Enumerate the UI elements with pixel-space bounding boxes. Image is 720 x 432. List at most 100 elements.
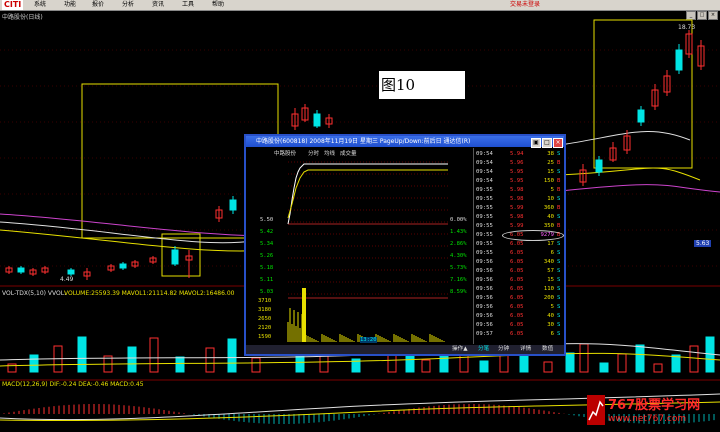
tick-detail-window[interactable]: 中路股份(600818) 2008年11月19日 星期三 PageUp/Down… bbox=[244, 134, 566, 356]
popup-title-bar[interactable]: 中路股份(600818) 2008年11月19日 星期三 PageUp/Down… bbox=[246, 136, 564, 148]
intraday-tab-time[interactable]: 分时 bbox=[308, 149, 319, 157]
pct-axis-label: 2.86% bbox=[450, 241, 467, 247]
tick-row[interactable]: 09:57 6.05 6 S bbox=[474, 330, 565, 339]
vol-axis-label: 1590 bbox=[258, 334, 272, 340]
tick-price: 6.05 bbox=[510, 295, 524, 301]
tick-time: 09:56 bbox=[476, 304, 493, 310]
tick-row[interactable]: 09:56 6.05 110 S bbox=[474, 285, 565, 294]
tick-volume: 15 bbox=[547, 169, 554, 175]
price-axis-label: 5.26 bbox=[260, 253, 274, 259]
tick-row[interactable]: 09:55 5.98 5 B bbox=[474, 186, 565, 195]
tab-minute[interactable]: 分钟 bbox=[498, 345, 509, 354]
tick-price: 6.05 bbox=[510, 241, 524, 247]
menu-tools[interactable]: 工具 bbox=[182, 0, 194, 10]
tick-row[interactable]: 09:55 5.98 10 S bbox=[474, 195, 565, 204]
annotation-label: 图10 bbox=[379, 71, 465, 99]
candle-body bbox=[313, 113, 321, 127]
tick-side: S bbox=[557, 241, 561, 247]
tick-row[interactable]: 09:55 6.05 17 S bbox=[474, 240, 565, 249]
tick-price: 6.05 bbox=[510, 286, 524, 292]
volume-indicator-label: VOL-TDX(5,10) VVOL: bbox=[2, 290, 67, 297]
tick-row[interactable]: 09:56 6.05 15 S bbox=[474, 276, 565, 285]
tick-row[interactable]: 09:54 5.95 15 S bbox=[474, 168, 565, 177]
volume-bar bbox=[653, 363, 663, 373]
tab-detail[interactable]: 详情 bbox=[520, 345, 531, 354]
tick-row[interactable]: 09:55 6.05 6 S bbox=[474, 249, 565, 258]
tick-price: 5.99 bbox=[510, 205, 524, 211]
tick-row[interactable]: 09:56 6.05 5 S bbox=[474, 303, 565, 312]
volume-bar bbox=[565, 352, 575, 373]
tick-price: 6.05 bbox=[510, 259, 524, 265]
intraday-tab-volume[interactable]: 成交量 bbox=[340, 149, 357, 157]
menu-info[interactable]: 资讯 bbox=[152, 0, 164, 10]
pct-axis-label: 5.73% bbox=[450, 265, 467, 271]
tick-side: B bbox=[557, 205, 561, 211]
tick-time: 09:56 bbox=[476, 268, 493, 274]
tick-price: 6.05 bbox=[510, 322, 524, 328]
candle-body bbox=[675, 49, 683, 71]
tick-time: 09:54 bbox=[476, 151, 493, 157]
trade-status-label[interactable]: 交易未登录 bbox=[510, 0, 540, 10]
tab-values[interactable]: 数值 bbox=[542, 345, 553, 354]
tick-volume: 6 bbox=[550, 250, 554, 256]
tick-time: 09:55 bbox=[476, 250, 493, 256]
candle-body bbox=[67, 269, 75, 275]
tick-volume: 360 bbox=[543, 205, 554, 211]
intraday-tab-stock[interactable]: 中路股份 bbox=[274, 149, 296, 157]
volume-bar bbox=[227, 338, 237, 373]
candle-body bbox=[637, 109, 645, 123]
candle-body bbox=[17, 267, 25, 273]
tick-time: 09:56 bbox=[476, 313, 493, 319]
popup-maximize-button[interactable]: □ bbox=[542, 138, 552, 148]
menu-quote[interactable]: 报价 bbox=[92, 0, 104, 10]
tick-side: S bbox=[557, 259, 561, 265]
tick-side: S bbox=[557, 169, 561, 175]
tab-ticks[interactable]: 分笔 bbox=[478, 345, 489, 354]
tick-trade-list[interactable]: 09:54 5.94 38 S 09:54 5.96 25 B 09:54 5.95 15 S 09:5… bbox=[473, 148, 565, 344]
tick-side: S bbox=[557, 331, 561, 337]
tick-row[interactable]: 09:56 6.05 200 S bbox=[474, 294, 565, 303]
popup-close-button[interactable]: × bbox=[553, 138, 563, 148]
tab-operate[interactable]: 操作▲ bbox=[452, 345, 468, 354]
menu-system[interactable]: 系统 bbox=[34, 0, 46, 10]
tick-volume: 6 bbox=[550, 331, 554, 337]
tick-row[interactable]: 09:55 5.99 360 B bbox=[474, 204, 565, 213]
menu-function[interactable]: 功能 bbox=[64, 0, 76, 10]
tick-side: S bbox=[557, 151, 561, 157]
volume-bar bbox=[689, 345, 699, 373]
volume-bar bbox=[635, 344, 645, 373]
tick-time: 09:55 bbox=[476, 196, 493, 202]
tick-price: 5.94 bbox=[510, 151, 524, 157]
tick-time: 09:54 bbox=[476, 169, 493, 175]
tick-volume: 30 bbox=[547, 322, 554, 328]
tick-row[interactable]: 09:56 6.05 340 S bbox=[474, 258, 565, 267]
tick-row[interactable]: 09:56 6.05 30 S bbox=[474, 321, 565, 330]
tick-side: S bbox=[557, 295, 561, 301]
annotation-box bbox=[593, 19, 693, 169]
menu-help[interactable]: 帮助 bbox=[212, 0, 224, 10]
tick-row[interactable]: 09:54 5.96 25 B bbox=[474, 159, 565, 168]
volume-bar bbox=[127, 346, 137, 373]
tick-volume: 110 bbox=[543, 286, 554, 292]
tick-row[interactable]: 09:56 6.05 40 S bbox=[474, 312, 565, 321]
tick-time: 09:56 bbox=[476, 286, 493, 292]
volume-values: VOLUME:25593.39 MAVOL1:21114.82 MAVOL2:1… bbox=[64, 290, 235, 297]
tick-row[interactable]: 09:55 5.98 40 S bbox=[474, 213, 565, 222]
volume-bar bbox=[599, 362, 609, 373]
current-price-label: 5.63 bbox=[694, 240, 712, 247]
intraday-tab-ma[interactable]: 均线 bbox=[324, 149, 335, 157]
tick-row[interactable]: 09:56 6.05 57 S bbox=[474, 267, 565, 276]
menu-analysis[interactable]: 分析 bbox=[122, 0, 134, 10]
volume-bar bbox=[175, 356, 185, 373]
vol-axis-label: 3180 bbox=[258, 307, 272, 313]
popup-restore-button[interactable]: ▣ bbox=[531, 138, 541, 148]
pct-axis-label: 0.00% bbox=[450, 217, 467, 223]
price-axis-label: 5.42 bbox=[260, 229, 274, 235]
tick-time: 09:55 bbox=[476, 205, 493, 211]
intraday-volume-spike bbox=[302, 288, 306, 342]
tick-time: 09:55 bbox=[476, 241, 493, 247]
tick-row[interactable]: 09:54 5.95 150 B bbox=[474, 177, 565, 186]
tick-row[interactable]: 09:54 5.94 38 S bbox=[474, 150, 565, 159]
tick-volume: 40 bbox=[547, 313, 554, 319]
intraday-chart[interactable]: 中路股份 分时 均线 成交量 5.50 5.42 5.34 5.26 5.18 … bbox=[248, 148, 472, 344]
